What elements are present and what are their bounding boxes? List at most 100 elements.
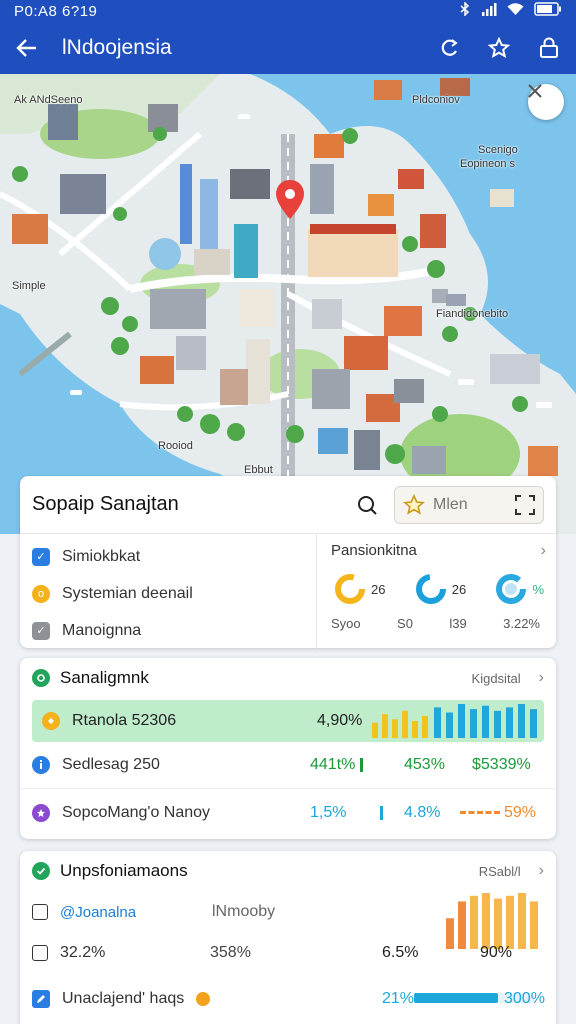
fullscreen-icon[interactable]: [515, 494, 535, 515]
list-item[interactable]: ✓ Manoignna: [20, 612, 316, 649]
bar-sparkline: [372, 704, 537, 738]
map-label: Eopineon s: [460, 158, 516, 170]
section-title: Unpsfoniamaons: [60, 861, 188, 880]
row-value: 90%: [480, 944, 513, 961]
sparkline-bar: [372, 722, 378, 738]
checkmark-icon: ✓: [32, 547, 50, 566]
gauge: 26: [414, 572, 466, 606]
page-title: lNdoojensia: [62, 36, 172, 59]
status-bar: P0:A8 6?19: [0, 0, 576, 22]
chevron-right-icon: ›: [538, 862, 544, 879]
gauge-value: %: [532, 581, 544, 597]
map-label: Fiandidonebito: [436, 308, 509, 320]
highlight-value: 4,90%: [317, 712, 363, 729]
favorite-star-icon[interactable]: [486, 35, 512, 61]
metrics-card: Sanaligmnk Kigdsital › Rtanola 52306 4,9…: [20, 658, 556, 839]
gauge-ring-icon: [335, 574, 365, 604]
sub-header-mid: lNmooby: [212, 903, 276, 920]
gauge-ring-icon: [496, 574, 527, 604]
sparkline-bar: [506, 707, 513, 738]
sparkline-bar: [392, 719, 398, 738]
list-item-label: Systemian deenail: [62, 584, 193, 602]
gauge: %: [494, 572, 544, 606]
map-label: Scenigo: [478, 144, 518, 156]
table-row[interactable]: 32.2% 358% 6.5% 90%: [20, 893, 556, 973]
table-row[interactable]: Unaclajend' haqs 21% 300%: [20, 979, 556, 1019]
gauge-ring-icon: [415, 574, 446, 604]
highlight-row[interactable]: Rtanola 52306 4,90%: [32, 700, 544, 742]
sub-header-left[interactable]: @Joanalna: [60, 904, 136, 921]
summary-card: Unpsfoniamaons RSabl/l › @Joanalna lNmoo…: [20, 851, 556, 1024]
row-marker: [360, 758, 363, 772]
edit-icon: [32, 990, 50, 1008]
calendar-icon: [32, 904, 48, 920]
gauge-label: S0: [397, 616, 413, 631]
sparkline-bar: [530, 709, 537, 738]
row-value: $5339%: [472, 756, 531, 773]
list-item[interactable]: o Systemian deenail: [20, 575, 316, 612]
row-label: Unaclajend' haqs: [62, 990, 185, 1007]
list-icon: [32, 945, 48, 961]
map-label: Simple: [12, 280, 46, 292]
orange-bar: [506, 895, 514, 949]
checkbox-icon: ✓: [32, 621, 50, 640]
list-item-label: Manoignna: [62, 621, 142, 639]
star-badge-icon: [32, 803, 50, 822]
lock-icon[interactable]: [536, 35, 562, 61]
signal-icon: [481, 2, 497, 20]
search-icon[interactable]: [354, 492, 380, 518]
status-time: P0:A8 6?19: [14, 2, 98, 20]
sparkline-bar: [402, 710, 408, 738]
row-label: 32.2%: [60, 944, 106, 961]
map-label: Ebbut: [244, 464, 273, 476]
row-value: 300%: [504, 990, 545, 1007]
row-value: 441t%: [310, 756, 356, 773]
row-value: 1,5%: [310, 803, 347, 821]
gauge-label: l39: [449, 616, 467, 631]
check-circle-icon: [32, 862, 50, 880]
row-value: 6.5%: [382, 944, 419, 961]
gauge: 26: [333, 572, 385, 606]
sparkline-bar: [482, 705, 489, 738]
section-link[interactable]: Kigdsital: [472, 671, 521, 686]
info-icon: [32, 756, 50, 774]
city-map[interactable]: Ak ANdSeeno Pldconiov Scenigo Eopineon s…: [0, 74, 576, 534]
sparkline-bar: [446, 712, 453, 738]
row-marker: [380, 805, 383, 820]
shield-icon: [32, 669, 50, 687]
refresh-icon[interactable]: [436, 35, 462, 61]
map-label: Rooiod: [158, 440, 193, 452]
highlight-label: Rtanola 52306: [72, 712, 177, 729]
section-title: Sanaligmnk: [60, 668, 149, 687]
orange-bar: [494, 898, 502, 949]
sparkline-bar: [458, 704, 465, 738]
sparkline-bar: [422, 715, 428, 738]
row-value: 453%: [404, 756, 445, 773]
row-value: 21%: [382, 990, 415, 1007]
coin-icon: [42, 712, 60, 730]
list-item-label: Simiokbkat: [62, 547, 141, 565]
sparkline-bar: [412, 721, 418, 738]
orange-bar: [482, 893, 490, 949]
list-item[interactable]: ✓ Simiokbkat: [20, 538, 316, 575]
place-title: Sopaip Sanajtan: [32, 493, 179, 515]
close-icon: [528, 84, 542, 98]
place-summary-card: Sopaip Sanajtan Mlen ✓ Simiokbkat o Syst…: [20, 476, 556, 649]
row-label: Sedlesag 250: [62, 756, 160, 773]
sparkline-bar: [434, 707, 441, 738]
map-close-button[interactable]: [528, 84, 564, 120]
table-row[interactable]: Sedlesag 250 441t% 453% $5339%: [20, 742, 556, 789]
sparkline-bar: [470, 709, 477, 738]
chevron-right-icon: ›: [538, 669, 544, 686]
chevron-right-icon: ›: [540, 542, 546, 559]
row-label: SopcoMang'o Nanoy: [62, 803, 211, 821]
stats-panel[interactable]: Pansionkitna › 26 26 % Syoo S0 l39 3.22%: [316, 534, 556, 649]
row-value: 4.8%: [404, 803, 441, 821]
gauge-value: 26: [371, 581, 386, 597]
gauge-extra: 3.22%: [503, 616, 540, 631]
section-link[interactable]: RSabl/l: [479, 864, 521, 879]
back-icon[interactable]: [14, 35, 40, 61]
search-field[interactable]: Mlen: [394, 485, 544, 524]
orange-bar: [530, 901, 538, 949]
table-row[interactable]: SopcoMang'o Nanoy 1,5% 4.8% 59%: [20, 789, 556, 836]
